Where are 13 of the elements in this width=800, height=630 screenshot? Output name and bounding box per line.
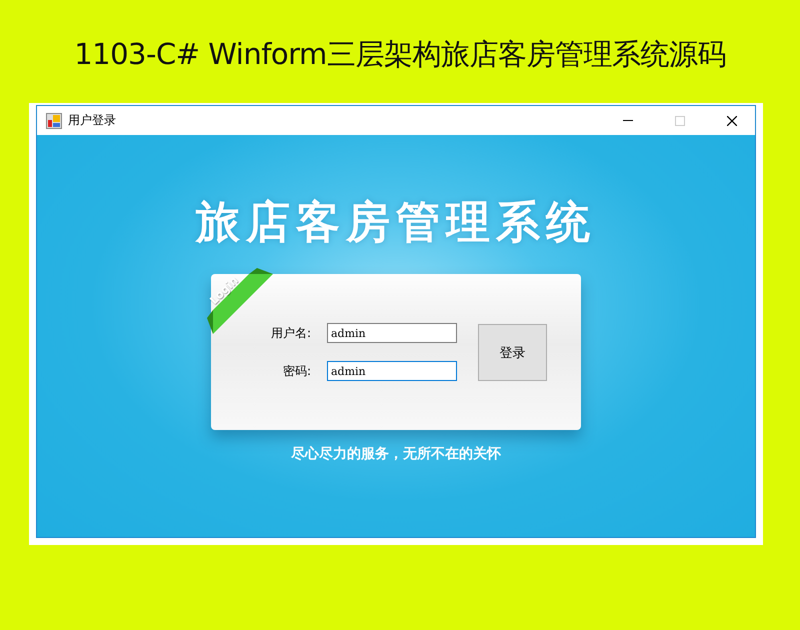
slogan: 尽心尽力的服务，无所不在的关怀 <box>291 445 501 463</box>
field-label: 用户名: <box>270 324 311 342</box>
text-field[interactable]: admin <box>327 323 457 343</box>
text-field[interactable]: admin <box>327 361 457 381</box>
close-icon <box>727 116 737 126</box>
minimize-icon <box>623 120 633 121</box>
app-icon <box>46 112 62 128</box>
app-title: 旅店客房管理系统 <box>196 196 596 250</box>
maximize-icon <box>675 116 685 126</box>
field-label: 密码: <box>282 362 311 380</box>
login-button[interactable]: 登录 <box>478 324 547 381</box>
window-title: 用户登录 <box>68 112 117 129</box>
page-heading: 1103-C# Winform三层架构旅店客房管理系统源码 <box>73 36 727 73</box>
